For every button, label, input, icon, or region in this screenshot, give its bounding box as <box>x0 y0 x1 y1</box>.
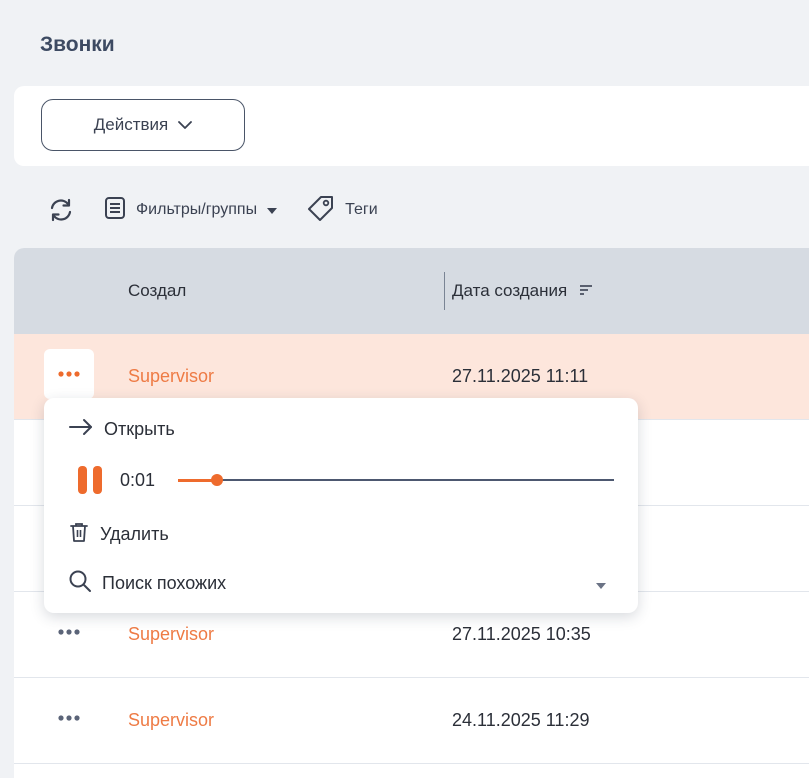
audio-player: 0:01 <box>78 465 618 495</box>
actions-bar: Действия <box>14 86 809 166</box>
actions-dropdown-button[interactable]: Действия <box>41 99 245 151</box>
pause-button[interactable] <box>78 466 102 494</box>
column-header-creator[interactable]: Создал <box>128 281 186 301</box>
page-title: Звонки <box>40 33 115 56</box>
tags-button[interactable]: Теги <box>307 195 378 226</box>
playback-time: 0:01 <box>120 469 156 490</box>
creator-link[interactable]: Supervisor <box>128 710 214 731</box>
menu-item-open[interactable]: Открыть <box>68 418 175 441</box>
caret-down-icon[interactable] <box>596 576 606 594</box>
row-menu-button[interactable] <box>44 693 94 743</box>
tags-label: Теги <box>345 201 378 218</box>
filters-groups-label: Фильтры/группы <box>136 201 258 218</box>
menu-item-delete-label: Удалить <box>100 524 169 544</box>
menu-item-search-similar-label: Поиск похожих <box>102 573 227 593</box>
row-menu-button[interactable] <box>44 349 94 399</box>
refresh-icon[interactable] <box>48 198 74 222</box>
sort-icon <box>579 281 593 301</box>
table-header: Создал Дата создания <box>14 248 809 334</box>
created-date: 24.11.2025 11:29 <box>452 710 590 730</box>
row-context-menu: Открыть 0:01 Удалить Поиск похожих <box>44 398 638 613</box>
column-header-date-label: Дата создания <box>452 281 568 300</box>
chevron-down-icon <box>178 115 193 135</box>
playback-slider[interactable] <box>178 474 614 486</box>
row-menu-button[interactable] <box>44 607 94 657</box>
trash-icon <box>68 521 90 548</box>
arrow-right-icon <box>68 418 94 441</box>
creator-link[interactable]: Supervisor <box>128 366 214 387</box>
actions-label: Действия <box>93 115 169 134</box>
caret-down-icon <box>267 201 278 219</box>
table-row[interactable]: Supervisor 24.11.2025 11:29 <box>14 678 809 764</box>
creator-link[interactable]: Supervisor <box>128 624 214 645</box>
menu-item-delete[interactable]: Удалить <box>68 521 169 548</box>
playback-slider-handle[interactable] <box>211 474 224 486</box>
created-date: 27.11.2025 10:35 <box>452 624 591 644</box>
menu-item-open-label: Открыть <box>104 419 175 439</box>
menu-item-search-similar[interactable]: Поиск похожих <box>68 569 226 598</box>
column-header-date[interactable]: Дата создания <box>452 281 593 301</box>
search-icon <box>68 569 92 598</box>
toolbar: Фильтры/группы Теги <box>48 190 378 230</box>
filters-groups-button[interactable]: Фильтры/группы <box>104 196 278 225</box>
list-icon <box>104 196 126 225</box>
created-date: 27.11.2025 11:11 <box>452 366 589 386</box>
column-divider[interactable] <box>444 272 445 310</box>
tag-icon <box>307 195 335 226</box>
